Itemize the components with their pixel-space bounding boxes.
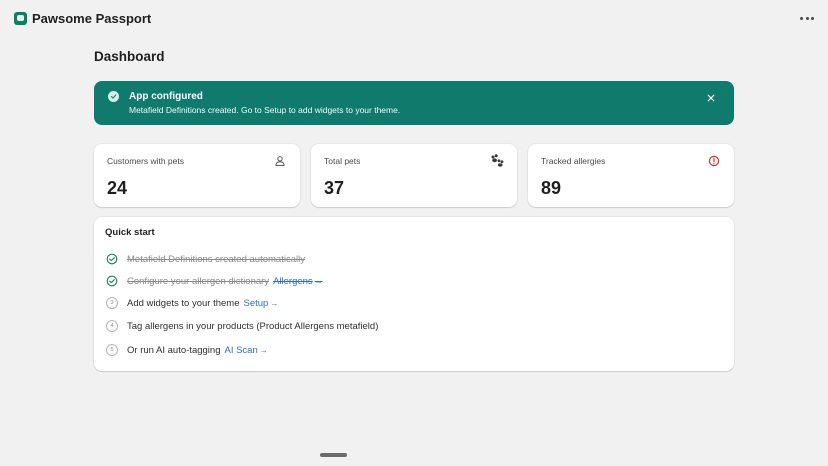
quick-start-step-1: Metafield Definitions created automatica… [106,252,305,266]
link-label: AI Scan [224,344,258,356]
success-banner: App configured Metafield Definitions cre… [94,81,734,125]
stat-card-allergies: Tracked allergies 89 [528,144,734,207]
stat-label: Customers with pets [107,156,184,166]
page-title: Dashboard [94,49,165,64]
step-number-icon: 4 [106,320,118,332]
step-text: Or run AI auto-tagging [127,344,221,356]
step-number: 5 [106,344,118,356]
link-label: Setup [243,297,269,309]
stat-value: 24 [107,178,128,198]
quick-start-step-5: 5 Or run AI auto-tagging AI Scan → [106,343,268,357]
banner-title: App configured [129,91,203,102]
stat-value: 89 [541,178,562,198]
ai-scan-link[interactable]: AI Scan → [224,345,267,356]
arrow-right-icon: → [314,276,323,286]
step-text: Add widgets to your theme [127,297,240,309]
quick-start-step-3: 3 Add widgets to your theme Setup → [106,296,278,310]
home-indicator[interactable] [320,453,347,457]
alert-circle-icon [708,155,720,167]
quick-start-step-2: Configure your allergen dictionary Aller… [106,274,323,288]
step-text: Metafield Definitions created automatica… [127,253,305,265]
close-icon[interactable] [706,93,716,103]
step-number-icon: 5 [106,344,118,356]
app-logo-icon [14,11,27,25]
quick-start-card: Quick start Metafield Definitions create… [94,217,734,371]
app-header: Pawsome Passport [0,0,828,36]
stat-value: 37 [324,178,345,198]
arrow-right-icon: → [259,345,268,355]
step-number: 4 [106,320,118,332]
more-options-icon[interactable] [800,12,814,24]
person-icon [275,156,285,166]
allergens-link[interactable]: Allergens → [273,276,323,287]
banner-text: Metafield Definitions created. Go to Set… [129,105,401,115]
stat-card-pets: Total pets 37 [311,144,517,207]
quick-start-step-4: 4 Tag allergens in your products (Produc… [106,319,378,333]
step-text: Tag allergens in your products (Product … [127,320,379,332]
paw-icon [491,154,504,167]
stat-label: Total pets [324,156,361,166]
check-circle-icon [106,275,118,287]
step-text: Configure your allergen dictionary [127,275,270,287]
step-number-icon: 3 [106,297,118,309]
app-name: Pawsome Passport [32,10,152,26]
stat-card-customers: Customers with pets 24 [94,144,300,207]
setup-link[interactable]: Setup → [243,298,278,309]
step-number: 3 [106,297,118,309]
arrow-right-icon: → [270,298,279,308]
quick-start-title: Quick start [105,227,155,238]
check-circle-icon [106,253,118,265]
stat-label: Tracked allergies [541,156,606,166]
check-circle-icon [108,91,119,102]
link-label: Allergens [273,275,313,287]
